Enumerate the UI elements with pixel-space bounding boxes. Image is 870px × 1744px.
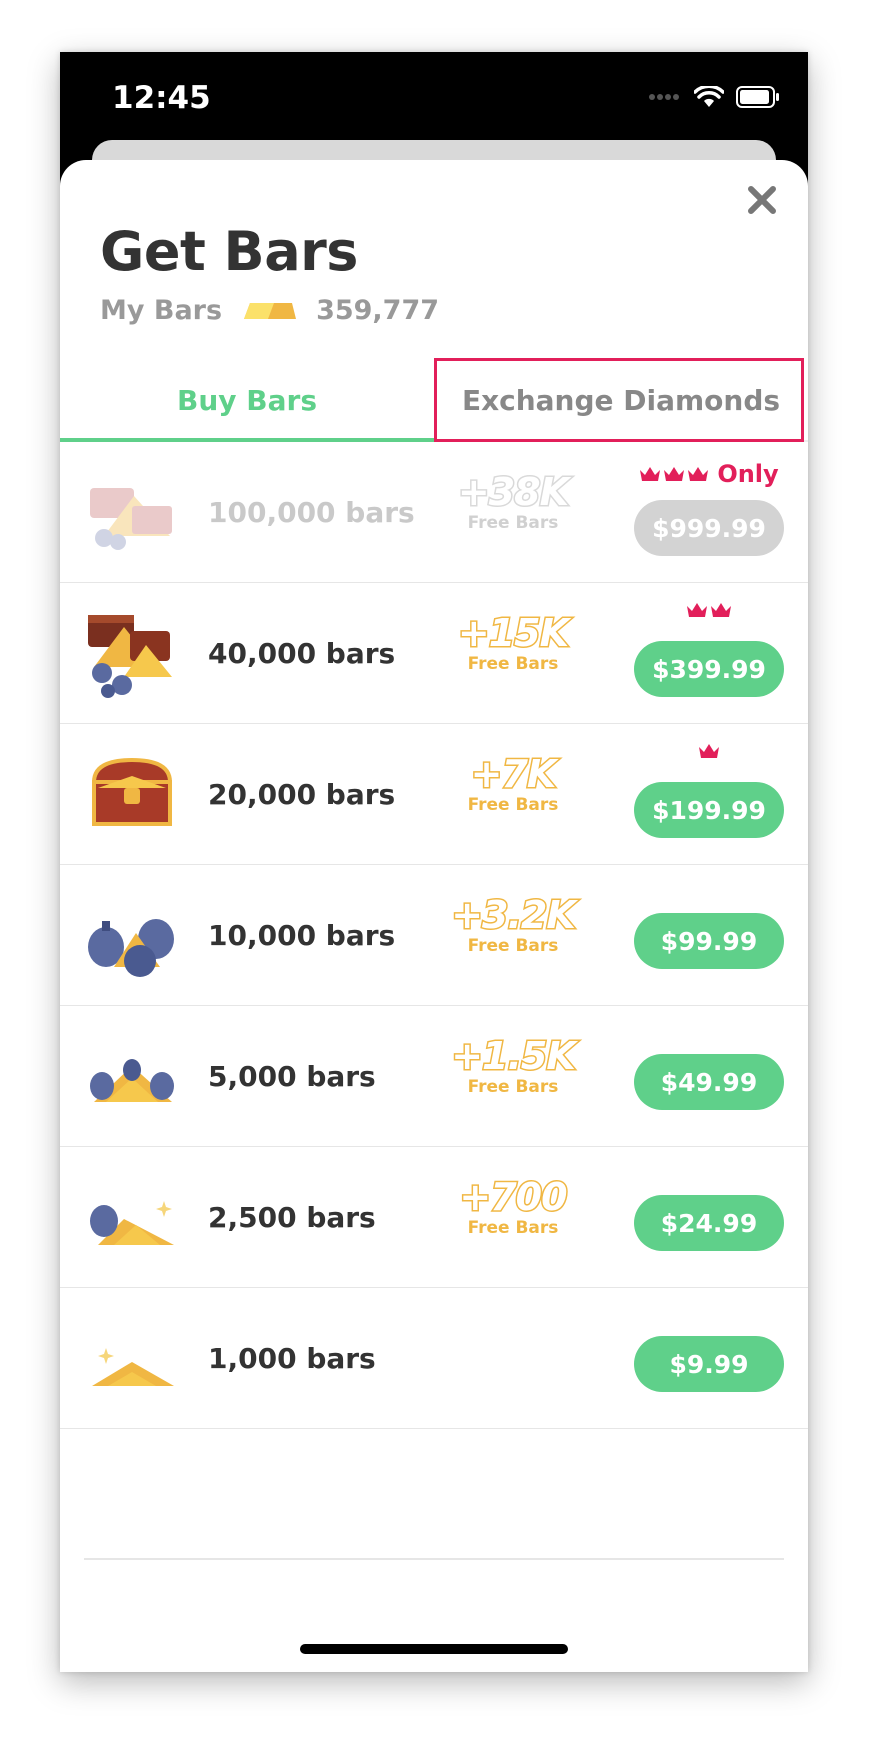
bonus-amount: +15K <box>456 610 570 657</box>
treasure-pile-icon <box>90 488 172 550</box>
price-button[interactable]: $99.99 <box>634 913 784 969</box>
bonus-subtitle: Free Bars <box>467 1218 559 1238</box>
bonus-subtitle: Free Bars <box>467 1077 559 1097</box>
bonus-badge: +700 Free Bars <box>448 1174 578 1239</box>
phone-frame: 12:45 Get Bars My Bars 359,777 Buy Bars … <box>60 52 808 1672</box>
product-row: 40,000 bars +15K Free Bars $399.99 <box>60 583 808 724</box>
product-label: 2,500 bars <box>208 1200 376 1234</box>
crown-icon <box>688 467 709 481</box>
product-row: 10,000 bars +3.2K Free Bars $99.99 <box>60 865 808 1006</box>
gold-bar-icon <box>244 302 297 319</box>
gold-bars-sack-icon <box>90 1201 174 1245</box>
bonus-amount: +7K <box>469 751 558 798</box>
crown-icon <box>664 467 685 481</box>
product-list: 100,000 bars +38K Free Bars Only $999.99 <box>60 442 808 1429</box>
price-button[interactable]: $199.99 <box>634 782 784 838</box>
product-row: 100,000 bars +38K Free Bars Only $999.99 <box>60 442 808 583</box>
bonus-amount: +38K <box>456 469 570 516</box>
bonus-amount: +700 <box>458 1174 569 1221</box>
product-label: 40,000 bars <box>208 636 396 670</box>
product-label: 20,000 bars <box>208 777 396 811</box>
tab-bar: Buy Bars Exchange Diamonds <box>60 360 808 442</box>
get-bars-sheet: Get Bars My Bars 359,777 Buy Bars Exchan… <box>60 160 808 1672</box>
bonus-subtitle: Free Bars <box>467 654 559 674</box>
gold-bars-icon <box>92 1348 174 1386</box>
price-button[interactable]: $999.99 <box>634 500 784 556</box>
signal-icon <box>649 94 679 100</box>
product-row: 1,000 bars $9.99 <box>60 1288 808 1429</box>
product-label: 100,000 bars <box>208 495 415 529</box>
price-button[interactable]: $49.99 <box>634 1054 784 1110</box>
money-sacks-icon <box>88 919 174 977</box>
home-indicator[interactable] <box>300 1644 568 1654</box>
treasure-chest-icon <box>91 757 173 826</box>
bonus-badge: +15K Free Bars <box>448 610 578 675</box>
crown-tag <box>634 601 784 619</box>
only-label: Only <box>717 460 779 488</box>
price-button[interactable]: $399.99 <box>634 641 784 697</box>
crown-icon <box>640 467 661 481</box>
price-button[interactable]: $24.99 <box>634 1195 784 1251</box>
bonus-subtitle: Free Bars <box>467 513 559 533</box>
price-button[interactable]: $9.99 <box>634 1336 784 1392</box>
close-button[interactable] <box>742 180 782 220</box>
bonus-badge: +38K Free Bars <box>448 469 578 534</box>
bonus-subtitle: Free Bars <box>467 936 559 956</box>
gold-pile-sacks-icon <box>90 1059 174 1102</box>
page-title: Get Bars <box>100 220 358 283</box>
tab-exchange-diamonds[interactable]: Exchange Diamonds <box>434 360 808 440</box>
battery-icon <box>736 86 779 108</box>
product-label: 5,000 bars <box>208 1059 376 1093</box>
crown-tag: Only <box>634 460 784 488</box>
bonus-badge: +7K Free Bars <box>448 751 578 816</box>
bonus-amount: +3.2K <box>450 892 578 939</box>
product-row: 20,000 bars +7K Free Bars $199.99 <box>60 724 808 865</box>
bottom-divider <box>84 1558 784 1560</box>
my-bars-value: 359,777 <box>316 295 440 326</box>
crown-icon <box>711 603 731 617</box>
product-label: 1,000 bars <box>208 1341 376 1375</box>
status-time: 12:45 <box>112 80 211 116</box>
product-row: 5,000 bars +1.5K Free Bars $49.99 <box>60 1006 808 1147</box>
my-bars-summary: My Bars 359,777 <box>100 295 439 326</box>
bonus-subtitle: Free Bars <box>467 795 559 815</box>
chests-and-sacks-icon <box>88 615 172 698</box>
crown-tag <box>634 742 784 760</box>
wifi-icon <box>694 86 724 107</box>
product-label: 10,000 bars <box>208 918 396 952</box>
product-row: 2,500 bars +700 Free Bars $24.99 <box>60 1147 808 1288</box>
bonus-badge: +3.2K Free Bars <box>448 892 578 957</box>
crown-icon <box>687 603 707 617</box>
status-icons <box>648 86 780 108</box>
tab-buy-bars[interactable]: Buy Bars <box>60 360 434 442</box>
crown-icon <box>699 744 719 758</box>
close-icon <box>748 186 776 214</box>
bonus-amount: +1.5K <box>450 1033 578 1080</box>
bonus-badge: +1.5K Free Bars <box>448 1033 578 1098</box>
my-bars-label: My Bars <box>100 295 223 326</box>
